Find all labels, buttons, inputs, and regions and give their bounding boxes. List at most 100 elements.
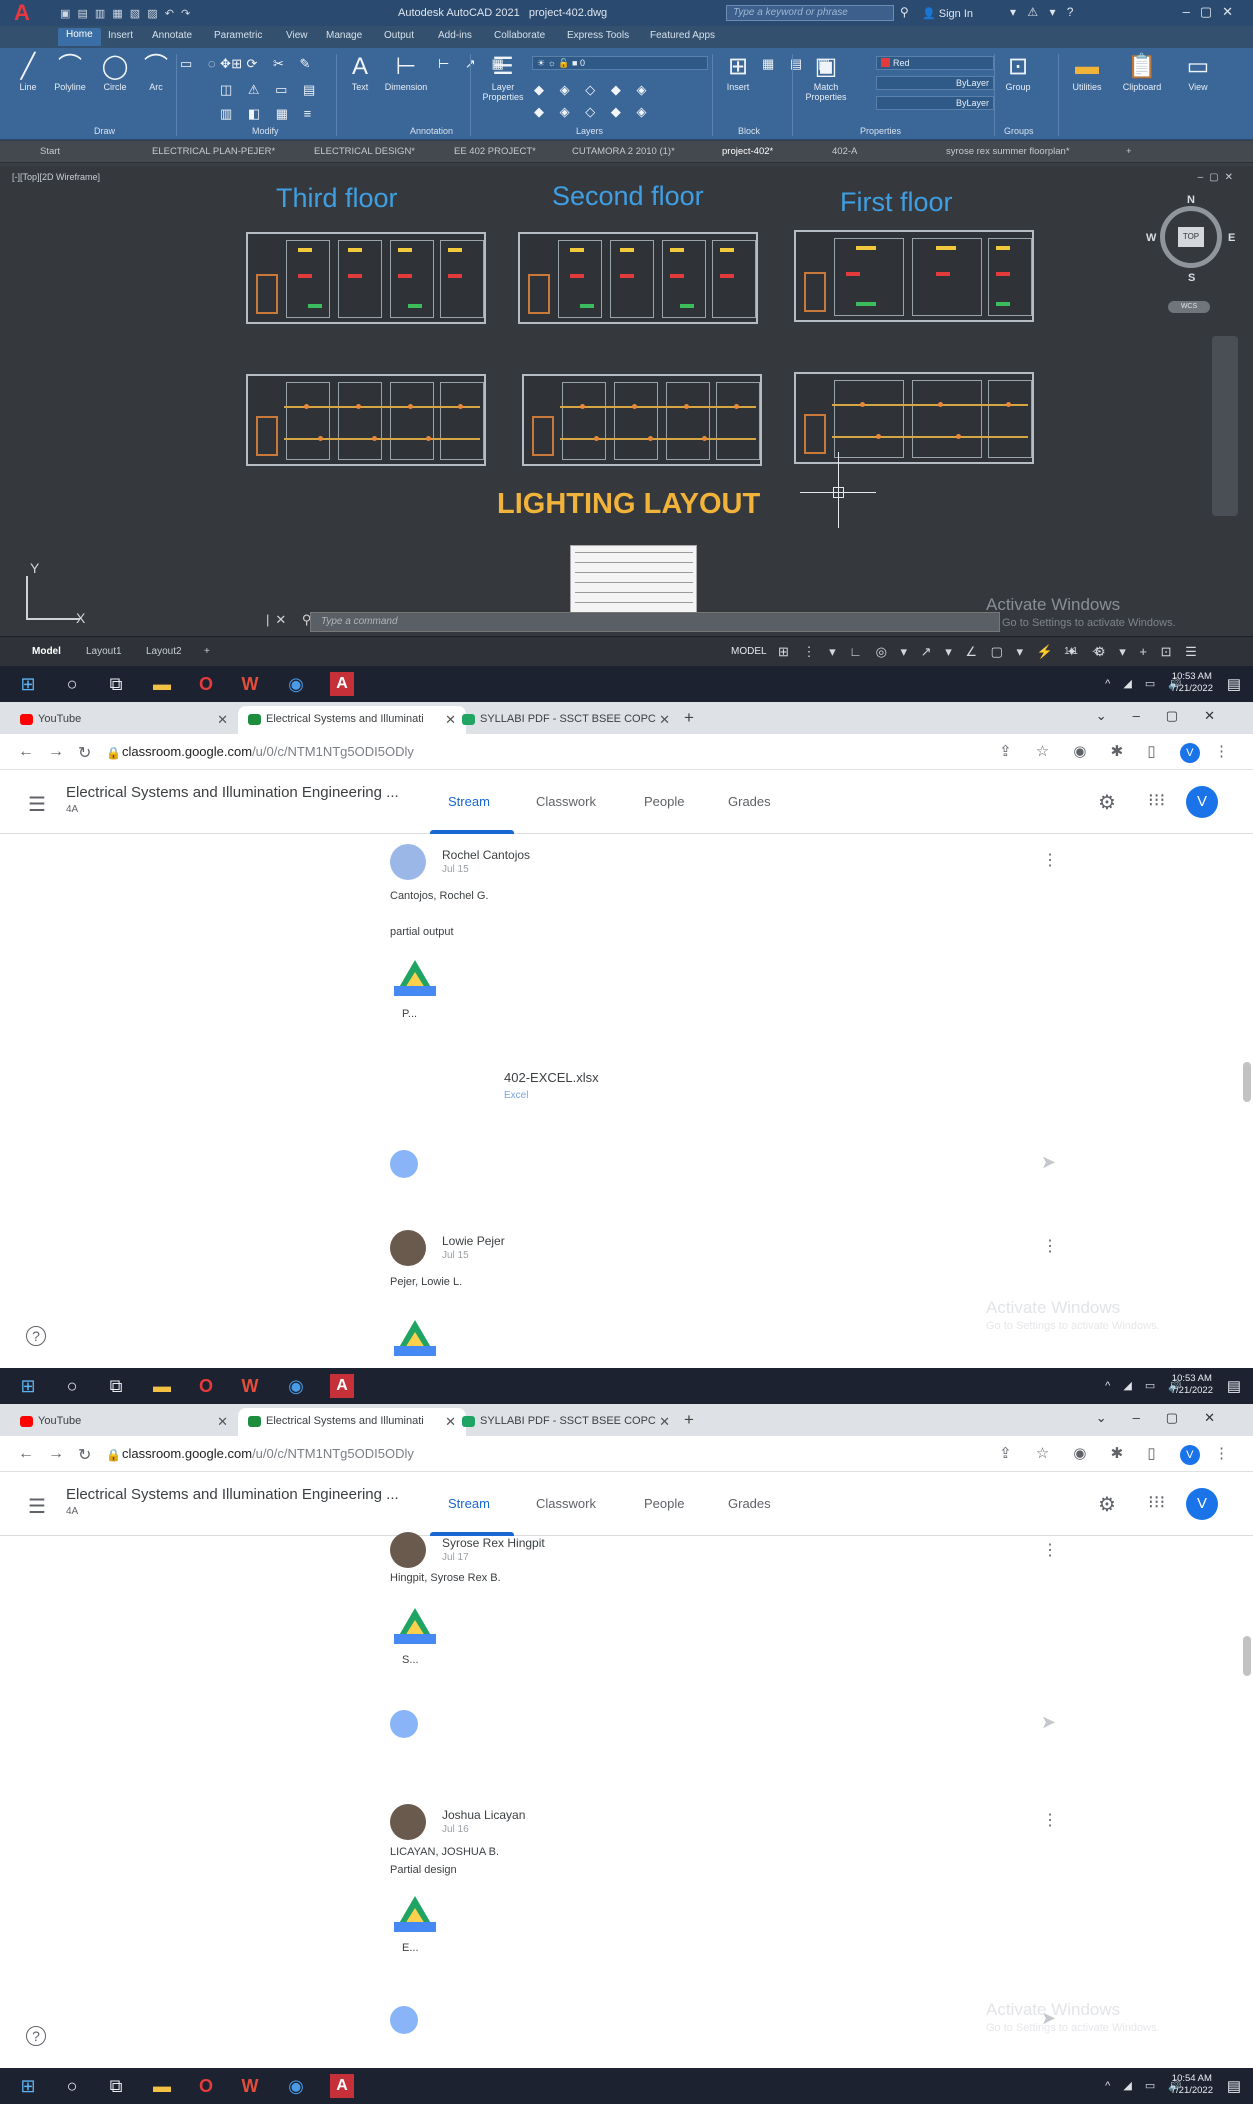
post-author[interactable]: Syrose Rex Hingpit (442, 1536, 545, 1550)
layout-tab-model[interactable]: Model (32, 646, 61, 657)
wps-office-icon[interactable]: W (238, 672, 262, 696)
drafting-status-icons[interactable]: ⊞ ⋮ ▾ ∟ ◎ ▾ ↗ ▾ ∠ ▢ ▾ ⚡ ✦ ✧ (778, 644, 1107, 660)
group-properties[interactable]: Properties (860, 126, 901, 136)
layer-properties-button[interactable]: ☰ Layer Properties (474, 52, 532, 102)
file-explorer-icon[interactable]: ▬ (150, 2074, 174, 2098)
file-tab[interactable]: ELECTRICAL PLAN-PEJER* (152, 146, 275, 157)
attachment-name[interactable]: P... (402, 1008, 417, 1020)
ribbon-tab-express-tools[interactable]: Express Tools (567, 30, 629, 41)
window-controls[interactable]: –▢✕ (1183, 4, 1243, 20)
search-icon[interactable]: ⚲ (900, 5, 909, 19)
course-title[interactable]: Electrical Systems and Illumination Engi… (66, 784, 399, 801)
attachment-title[interactable]: 402-EXCEL.xlsx (504, 1070, 599, 1085)
viewcube-top-face[interactable]: TOP (1178, 227, 1204, 247)
viewport-window-controls[interactable]: –▢✕ (1198, 172, 1239, 183)
tab-grades[interactable]: Grades (728, 1496, 771, 1511)
wps-office-icon[interactable]: W (238, 1374, 262, 1398)
floor-plan-third-power[interactable] (246, 232, 486, 324)
tab-stream[interactable]: Stream (448, 1496, 490, 1511)
compass-east[interactable]: E (1228, 232, 1235, 244)
add-layout-icon[interactable]: + (204, 646, 210, 657)
close-tab-icon[interactable]: ✕ (217, 1414, 228, 1430)
lock-icon[interactable]: 🔒 (106, 1448, 121, 1462)
command-line-input[interactable]: Type a command (310, 612, 1000, 632)
send-icon[interactable]: ➤ (1041, 1712, 1056, 1733)
ribbon-tab-parametric[interactable]: Parametric (214, 30, 262, 41)
navigation-bar[interactable] (1212, 336, 1238, 516)
ribbon-tab-manage[interactable]: Manage (326, 30, 362, 41)
google-drive-icon[interactable] (394, 960, 436, 996)
file-tab[interactable]: ELECTRICAL DESIGN* (314, 146, 415, 157)
autocad-taskbar-icon[interactable]: A (330, 2074, 354, 2098)
view-button[interactable]: ▭ View (1176, 52, 1220, 92)
user-avatar[interactable] (390, 1230, 426, 1266)
layout-tab-layout2[interactable]: Layout2 (146, 646, 182, 657)
clipboard-button[interactable]: 📋 Clipboard (1116, 52, 1168, 92)
user-avatar[interactable] (390, 844, 426, 880)
back-icon[interactable]: ← (18, 1445, 34, 1463)
floor-plan-first-lighting[interactable] (794, 372, 1034, 464)
browser-tab-syllabi[interactable]: SYLLABI PDF - SSCT BSEE COPC ✕ (452, 1408, 680, 1436)
modify-tools-row2[interactable]: ◫ ⚠ ▭ ▤ (220, 82, 321, 98)
post-author[interactable]: Joshua Licayan (442, 1808, 525, 1822)
floor-plan-second-lighting[interactable] (522, 374, 762, 466)
class-comment-input[interactable]: ➤ (374, 2000, 1086, 2040)
floor-plan-first-power[interactable] (794, 230, 1034, 322)
new-tab-icon[interactable]: + (684, 1410, 694, 1430)
match-properties-button[interactable]: ▣ Match Properties (796, 52, 856, 102)
attachment-name[interactable]: S... (402, 1654, 419, 1666)
quick-access-toolbar[interactable]: ▣ ▤ ▥ ▦ ▧ ▨ ↶ ↷ (60, 7, 192, 20)
browser-tab-classroom[interactable]: Electrical Systems and Illuminati ✕ (238, 706, 466, 734)
wcs-menu[interactable]: WCS (1168, 301, 1210, 313)
tab-people[interactable]: People (644, 794, 684, 809)
close-tab-icon[interactable]: ✕ (217, 712, 228, 728)
file-explorer-icon[interactable]: ▬ (150, 1374, 174, 1398)
file-tab[interactable]: syrose rex summer floorplan* (946, 146, 1070, 157)
floor-plan-second-power[interactable] (518, 232, 758, 324)
class-comment-input[interactable]: ➤ (374, 1144, 1086, 1184)
file-tab-active[interactable]: project-402* (722, 146, 773, 157)
clock[interactable]: 10:53 AM 7/21/2022 (1171, 671, 1213, 695)
more-options-icon[interactable]: ⋮ (1042, 1810, 1058, 1830)
autocad-taskbar-icon[interactable]: A (330, 1374, 354, 1398)
search-icon[interactable]: ○ (60, 1374, 84, 1398)
viewport-controls-label[interactable]: [-][Top][2D Wireframe] (12, 172, 100, 182)
wps-office-icon[interactable]: W (238, 2074, 262, 2098)
google-drive-icon[interactable] (394, 1608, 436, 1644)
chrome-icon[interactable]: ◉ (284, 1374, 308, 1398)
file-tab[interactable]: 402-A (832, 146, 857, 157)
group-modify[interactable]: Modify (252, 126, 279, 136)
more-options-icon[interactable]: ⋮ (1042, 1236, 1058, 1256)
layout-tab-layout1[interactable]: Layout1 (86, 646, 122, 657)
browser-toolbar-icons[interactable]: ⇪ ☆ ◉ ✱ ▯ V ⋮ (999, 742, 1239, 763)
help-icon[interactable]: ? (26, 2026, 46, 2046)
ribbon-tab-view[interactable]: View (286, 30, 308, 41)
insert-block-button[interactable]: ⊞ Insert (718, 52, 758, 92)
settings-gear-icon[interactable]: ⚙ (1098, 790, 1116, 815)
search-icon[interactable]: ○ (60, 672, 84, 696)
lock-icon[interactable]: 🔒 (106, 746, 121, 760)
browser-toolbar-icons[interactable]: ⇪ ☆ ◉ ✱ ▯ V ⋮ (999, 1444, 1239, 1465)
clock[interactable]: 10:53 AM 7/21/2022 (1171, 1373, 1213, 1397)
close-tab-icon[interactable]: ✕ (659, 712, 670, 728)
sign-in-link[interactable]: 👤 Sign In (922, 7, 973, 20)
task-view-icon[interactable]: ⧉ (104, 672, 128, 696)
color-dropdown[interactable]: Red (876, 56, 994, 70)
browser-window-controls[interactable]: ⌄–▢✕ (1096, 708, 1241, 724)
more-options-icon[interactable]: ⋮ (1042, 850, 1058, 870)
account-avatar[interactable]: V (1186, 1488, 1218, 1520)
task-view-icon[interactable]: ⧉ (104, 1374, 128, 1398)
group-draw[interactable]: Draw (94, 126, 115, 136)
ribbon-tab-output[interactable]: Output (384, 30, 414, 41)
user-avatar[interactable] (390, 1804, 426, 1840)
account-avatar[interactable]: V (1186, 786, 1218, 818)
ribbon-tab-insert[interactable]: Insert (108, 30, 133, 41)
tab-classwork[interactable]: Classwork (536, 794, 596, 809)
linetype-dropdown[interactable]: ByLayer (876, 76, 994, 90)
dimension-tool[interactable]: ⊢ Dimension (378, 52, 434, 92)
file-explorer-icon[interactable]: ▬ (150, 672, 174, 696)
group-button[interactable]: ⊡ Group (998, 52, 1038, 92)
send-icon[interactable]: ➤ (1041, 1152, 1056, 1173)
file-tab-start[interactable]: Start (40, 146, 60, 157)
layer-tools-row2[interactable]: ◆ ◈ ◇ ◆ ◈ (534, 104, 652, 120)
